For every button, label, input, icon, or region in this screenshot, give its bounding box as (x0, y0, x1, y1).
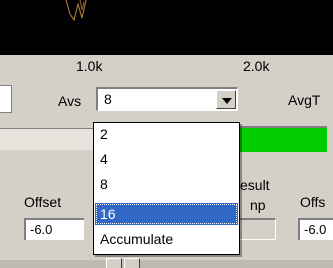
offset-value: -6.0 (30, 222, 53, 237)
averaging-controls: Avs 8 AvgT (0, 79, 333, 122)
dropdown-option-8[interactable]: 8 (95, 173, 238, 195)
spectrum-plot (0, 0, 333, 55)
dropdown-option-accumulate[interactable]: Accumulate (95, 228, 238, 250)
average-type-label: AvgT (288, 92, 321, 108)
result-label-line2: np (250, 197, 266, 213)
left-input-field[interactable] (0, 85, 12, 113)
axis-tick-1k: 1.0k (76, 58, 103, 74)
offset-right-value: -6.0 (304, 222, 327, 237)
status-indicator-bar (236, 126, 327, 152)
dropdown-option-4[interactable]: 4 (95, 148, 238, 170)
averages-label: Avs (58, 93, 82, 109)
bottom-button-2[interactable] (124, 258, 140, 268)
spectrum-trace (65, 0, 87, 22)
frequency-axis: 1.0k 2.0k (0, 55, 333, 79)
dropdown-option-2[interactable]: 2 (95, 123, 238, 145)
offset-right-input[interactable]: -6.0 (298, 218, 333, 240)
offset-right-label: Offs (300, 194, 326, 210)
result-label: esult np (240, 175, 270, 215)
dropdown-option-16[interactable]: 16 (95, 203, 238, 225)
result-label-line1: esult (240, 177, 270, 193)
bottom-button-1[interactable] (106, 258, 122, 268)
offset-input[interactable]: -6.0 (24, 218, 84, 240)
chevron-down-icon (222, 98, 232, 104)
strip-panel (0, 128, 100, 150)
averages-combobox[interactable]: 8 (96, 87, 238, 111)
result-field (238, 218, 276, 240)
averages-dropdown-list[interactable]: 2 4 8 16 Accumulate (93, 122, 240, 255)
bottom-toolbar-edge (0, 260, 333, 268)
combo-dropdown-button[interactable] (216, 90, 236, 109)
offset-label: Offset (24, 194, 62, 210)
axis-tick-2k: 2.0k (243, 58, 270, 74)
averages-selected-value: 8 (104, 91, 112, 107)
